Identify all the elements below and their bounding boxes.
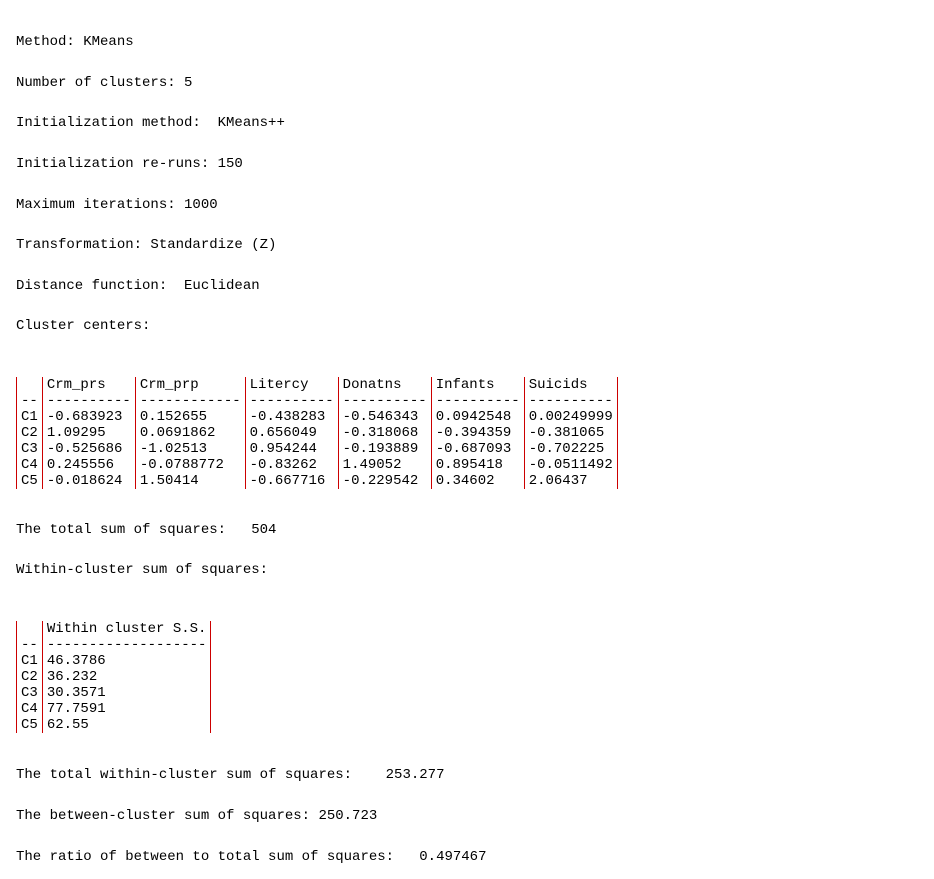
within-col-ss: Within cluster S.S. bbox=[42, 621, 211, 637]
row-c3-donatns: -0.193889 bbox=[338, 441, 431, 457]
sep-suicids: ---------- bbox=[524, 393, 617, 409]
row-c1-litercy: -0.438283 bbox=[245, 409, 338, 425]
cluster-centers-table: Crm_prs Crm_prp Litercy Donatns Infants … bbox=[16, 377, 618, 489]
row-c3-suicids: -0.702225 bbox=[524, 441, 617, 457]
sep-litercy: ---------- bbox=[245, 393, 338, 409]
row-c1-crm-prp: 0.152655 bbox=[135, 409, 245, 425]
within-c4-ss: 77.7591 bbox=[42, 701, 211, 717]
row-c5-litercy: -0.667716 bbox=[245, 473, 338, 489]
col-header-id bbox=[17, 377, 43, 393]
centers-label: Cluster centers: bbox=[16, 318, 150, 334]
within-separator-row: -- ------------------- bbox=[17, 637, 211, 653]
col-header-litercy: Litercy bbox=[245, 377, 338, 393]
row-c5-id: C5 bbox=[17, 473, 43, 489]
within-sep-ss: ------------------- bbox=[42, 637, 211, 653]
sep-infants: ---------- bbox=[431, 393, 524, 409]
init-method-label: Initialization method: KMeans++ bbox=[16, 115, 285, 131]
row-c1-suicids: 0.00249999 bbox=[524, 409, 617, 425]
row-c4-litercy: -0.83262 bbox=[245, 457, 338, 473]
row-c4-crm-prp: -0.0788772 bbox=[135, 457, 245, 473]
col-header-suicids: Suicids bbox=[524, 377, 617, 393]
row-c3-crm-prs: -0.525686 bbox=[42, 441, 135, 457]
table-row: C5 62.55 bbox=[17, 717, 211, 733]
row-c4-infants: 0.895418 bbox=[431, 457, 524, 473]
within-c2-ss: 36.232 bbox=[42, 669, 211, 685]
init-reruns-label: Initialization re-runs: 150 bbox=[16, 156, 243, 172]
total-within-label: The total within-cluster sum of squares:… bbox=[16, 767, 444, 783]
row-c2-suicids: -0.381065 bbox=[524, 425, 617, 441]
sep-donatns: ---------- bbox=[338, 393, 431, 409]
within-ss-table: Within cluster S.S. -- -----------------… bbox=[16, 621, 211, 733]
sep-crm-prp: ------------ bbox=[135, 393, 245, 409]
row-c4-suicids: -0.0511492 bbox=[524, 457, 617, 473]
between-label: The between-cluster sum of squares: 250.… bbox=[16, 808, 377, 824]
within-c3-id: C3 bbox=[17, 685, 43, 701]
total-ss-label: The total sum of squares: 504 bbox=[16, 522, 276, 538]
transform-label: Transformation: Standardize (Z) bbox=[16, 237, 276, 253]
method-label: Method: KMeans bbox=[16, 34, 134, 50]
row-c1-crm-prs: -0.683923 bbox=[42, 409, 135, 425]
within-c5-id: C5 bbox=[17, 717, 43, 733]
row-c1-id: C1 bbox=[17, 409, 43, 425]
output-container: Method: KMeans Number of clusters: 5 Ini… bbox=[16, 12, 918, 377]
row-c5-donatns: -0.229542 bbox=[338, 473, 431, 489]
table-row: C2 36.232 bbox=[17, 669, 211, 685]
ss-section: The total sum of squares: 504 Within-clu… bbox=[16, 499, 918, 621]
row-c3-litercy: 0.954244 bbox=[245, 441, 338, 457]
table-row: C1 46.3786 bbox=[17, 653, 211, 669]
row-c4-donatns: 1.49052 bbox=[338, 457, 431, 473]
col-header-crm-prp: Crm_prp bbox=[135, 377, 245, 393]
table-row: C1 -0.683923 0.152655 -0.438283 -0.54634… bbox=[17, 409, 618, 425]
col-header-crm-prs: Crm_prs bbox=[42, 377, 135, 393]
sep-id: -- bbox=[17, 393, 43, 409]
table-row: C3 -0.525686 -1.02513 0.954244 -0.193889… bbox=[17, 441, 618, 457]
row-c2-crm-prs: 1.09295 bbox=[42, 425, 135, 441]
row-c5-infants: 0.34602 bbox=[431, 473, 524, 489]
clusters-label: Number of clusters: 5 bbox=[16, 75, 192, 91]
footer-section: The total within-cluster sum of squares:… bbox=[16, 745, 918, 867]
row-c1-infants: 0.0942548 bbox=[431, 409, 524, 425]
within-col-id bbox=[17, 621, 43, 637]
table-row: C3 30.3571 bbox=[17, 685, 211, 701]
row-c3-id: C3 bbox=[17, 441, 43, 457]
row-c4-id: C4 bbox=[17, 457, 43, 473]
within-header-row: Within cluster S.S. bbox=[17, 621, 211, 637]
row-c4-crm-prs: 0.245556 bbox=[42, 457, 135, 473]
col-header-infants: Infants bbox=[431, 377, 524, 393]
table-row: C5 -0.018624 1.50414 -0.667716 -0.229542… bbox=[17, 473, 618, 489]
row-c2-litercy: 0.656049 bbox=[245, 425, 338, 441]
row-c2-crm-prp: 0.0691862 bbox=[135, 425, 245, 441]
table-row: C2 1.09295 0.0691862 0.656049 -0.318068 … bbox=[17, 425, 618, 441]
table-header-row: Crm_prs Crm_prp Litercy Donatns Infants … bbox=[17, 377, 618, 393]
row-c2-id: C2 bbox=[17, 425, 43, 441]
row-c1-donatns: -0.546343 bbox=[338, 409, 431, 425]
row-c5-crm-prp: 1.50414 bbox=[135, 473, 245, 489]
row-c3-crm-prp: -1.02513 bbox=[135, 441, 245, 457]
within-c1-ss: 46.3786 bbox=[42, 653, 211, 669]
within-ss-label: Within-cluster sum of squares: bbox=[16, 562, 268, 578]
ratio-label: The ratio of between to total sum of squ… bbox=[16, 849, 486, 865]
distance-label: Distance function: Euclidean bbox=[16, 278, 260, 294]
table-separator-row: -- ---------- ------------ ---------- --… bbox=[17, 393, 618, 409]
within-sep-id: -- bbox=[17, 637, 43, 653]
within-c2-id: C2 bbox=[17, 669, 43, 685]
within-c1-id: C1 bbox=[17, 653, 43, 669]
row-c2-infants: -0.394359 bbox=[431, 425, 524, 441]
table-row: C4 77.7591 bbox=[17, 701, 211, 717]
table-row: C4 0.245556 -0.0788772 -0.83262 1.49052 … bbox=[17, 457, 618, 473]
sep-crm-prs: ---------- bbox=[42, 393, 135, 409]
row-c2-donatns: -0.318068 bbox=[338, 425, 431, 441]
within-c4-id: C4 bbox=[17, 701, 43, 717]
row-c5-crm-prs: -0.018624 bbox=[42, 473, 135, 489]
row-c5-suicids: 2.06437 bbox=[524, 473, 617, 489]
within-c5-ss: 62.55 bbox=[42, 717, 211, 733]
col-header-donatns: Donatns bbox=[338, 377, 431, 393]
within-c3-ss: 30.3571 bbox=[42, 685, 211, 701]
row-c3-infants: -0.687093 bbox=[431, 441, 524, 457]
max-iter-label: Maximum iterations: 1000 bbox=[16, 197, 218, 213]
